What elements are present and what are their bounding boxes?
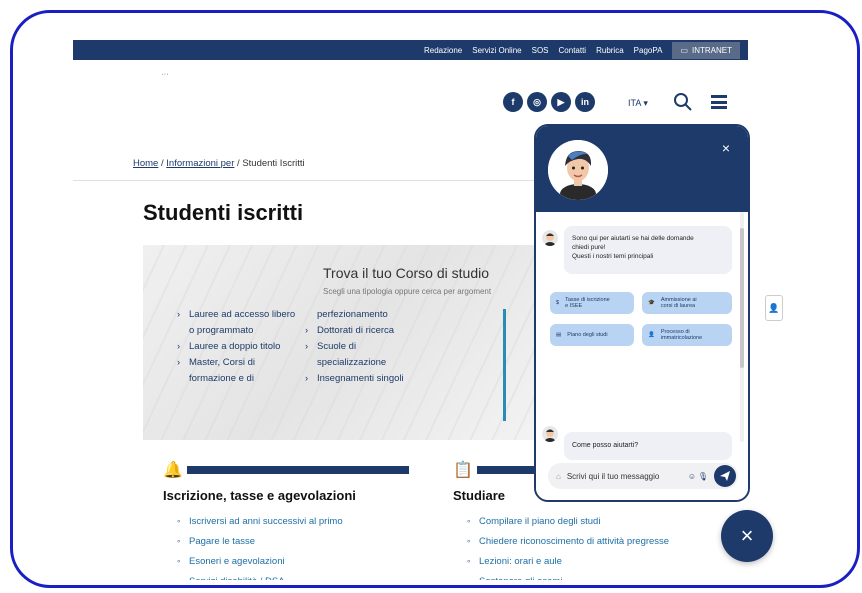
topic-chip-immatricolazione[interactable]: 👤 Processo di immatricolazione (642, 324, 732, 346)
chat-scrollbar[interactable] (740, 228, 744, 368)
section-studiare: 📋 Studiare Compilare il piano degli stud… (453, 460, 669, 580)
assistant-avatar (548, 140, 608, 200)
section-title: Iscrizione, tasse e agevolazioni (163, 488, 356, 503)
greeting-line: Sono qui per aiutarti se hai delle doman… (572, 235, 694, 242)
logo[interactable]: ·‧‧ (161, 70, 169, 79)
question-message: Come posso aiutarti? (564, 432, 732, 460)
chat-toggle-button[interactable]: × (721, 510, 773, 562)
device-frame: Redazione Servizi Online SOS Contatti Ru… (10, 10, 860, 588)
top-navigation-bar: Redazione Servizi Online SOS Contatti Ru… (73, 40, 748, 60)
topbar-link-redazione[interactable]: Redazione (424, 46, 462, 55)
assistant-mini-avatar (542, 230, 558, 246)
breadcrumb: Home / Informazioni per / Studenti Iscri… (133, 158, 305, 169)
social-links: f ◎ ▶ in (503, 92, 595, 112)
chip-label: Piano degli studi (567, 331, 608, 338)
section-link[interactable]: Compilare il piano degli studi (467, 512, 669, 532)
hero-divider (503, 309, 506, 421)
document-icon: ▤ (556, 331, 562, 338)
emoji-icon[interactable]: ☺ (688, 472, 696, 481)
send-button[interactable] (714, 465, 736, 487)
topbar-link-sos[interactable]: SOS (532, 46, 549, 55)
section-link[interactable]: Lezioni: orari e aule (467, 552, 669, 572)
topbar-link-contatti[interactable]: Contatti (559, 46, 587, 55)
section-bar (477, 466, 537, 474)
greeting-line: Questi i nostri temi principali (572, 253, 654, 260)
topbar-link-servizi-online[interactable]: Servizi Online (472, 46, 521, 55)
chip-label: Processo di immatricolazione (660, 328, 703, 342)
course-types-col2: perfezionamento Dottorati di ricerca Scu… (305, 307, 404, 387)
course-link-perfezionamento[interactable]: perfezionamento (305, 307, 404, 323)
language-selector[interactable]: ITA ▾ (628, 98, 648, 109)
course-link-insegnamenti[interactable]: Insegnamenti singoli (305, 371, 404, 387)
send-icon (720, 471, 730, 481)
clipboard-icon: 📋 (453, 462, 473, 479)
course-link-doppio-titolo[interactable]: Lauree a doppio titolo (177, 339, 295, 355)
chip-label: Ammissione ai corsi di laurea (660, 296, 697, 310)
page-title: Studenti iscritti (143, 200, 304, 225)
section-links: Iscriversi ad anni successivi al primo P… (177, 512, 343, 580)
breadcrumb-home[interactable]: Home (133, 158, 158, 169)
dollar-icon: $ (556, 299, 560, 306)
chat-input-placeholder[interactable]: Scrivi qui il tuo messaggio (567, 472, 659, 481)
intranet-button[interactable]: ▭ INTRANET (672, 41, 740, 59)
hamburger-menu-icon[interactable] (711, 95, 727, 109)
microphone-icon[interactable]: 🎙 (698, 472, 708, 481)
bell-icon: 🔔 (163, 462, 183, 479)
graduation-cap-icon: 🎓 (648, 299, 655, 306)
search-icon[interactable] (673, 92, 693, 112)
intranet-label: INTRANET (692, 45, 732, 55)
section-link[interactable]: Esoneri e agevolazioni (177, 552, 343, 572)
accessibility-tab[interactable]: 👤 (765, 295, 783, 321)
course-link-dottorati[interactable]: Dottorati di ricerca (305, 323, 404, 339)
breadcrumb-current: Studenti Iscritti (242, 158, 305, 169)
topic-chip-ammissione[interactable]: 🎓 Ammissione ai corsi di laurea (642, 292, 732, 314)
section-link[interactable]: Chiedere riconoscimento di attività preg… (467, 532, 669, 552)
section-link[interactable]: Pagare le tasse (177, 532, 343, 552)
topbar-link-pagopa[interactable]: PagoPA (634, 46, 663, 55)
greeting-line: chiedi pure! (572, 244, 606, 251)
chat-messages: Sono qui per aiutarti se hai delle doman… (536, 212, 748, 500)
facebook-icon[interactable]: f (503, 92, 523, 112)
breadcrumb-separator: / (160, 158, 164, 169)
assistant-mini-avatar (542, 426, 558, 442)
chat-widget: × Sono qui per aiutarti se hai delle dom… (534, 124, 750, 502)
section-title: Studiare (453, 488, 506, 503)
course-link-lauree-libero-cont[interactable]: o programmato (177, 323, 295, 339)
topic-chip-piano-studi[interactable]: ▤ Piano degli studi (550, 324, 634, 346)
section-link[interactable]: Iscriversi ad anni successivi al primo (177, 512, 343, 532)
course-link-lauree-libero[interactable]: Lauree ad accesso libero (177, 307, 295, 323)
instagram-icon[interactable]: ◎ (527, 92, 547, 112)
chip-label: Tasse di iscrizione e ISEE (565, 296, 610, 310)
breadcrumb-informazioni[interactable]: Informazioni per (166, 158, 234, 169)
home-icon: ⌂ (556, 471, 561, 481)
greeting-message: Sono qui per aiutarti se hai delle doman… (564, 226, 732, 274)
section-link[interactable]: Servizi disabilità / DSA (177, 572, 343, 580)
course-link-scuole[interactable]: Scuole di (305, 339, 404, 355)
hero-title: Trova il tuo Corso di studio (323, 265, 489, 281)
topic-chip-tasse[interactable]: $ Tasse di iscrizione e ISEE (550, 292, 634, 314)
chat-close-button[interactable]: × (722, 140, 730, 156)
course-link-scuole-cont[interactable]: specializzazione (305, 355, 404, 371)
linkedin-icon[interactable]: in (575, 92, 595, 112)
section-iscrizione: 🔔 Iscrizione, tasse e agevolazioni Iscri… (163, 460, 409, 580)
section-links: Compilare il piano degli studi Chiedere … (467, 512, 669, 580)
course-types-col1: Lauree ad accesso libero o programmato L… (177, 307, 295, 387)
breadcrumb-separator: / (237, 158, 240, 169)
course-link-master-cont[interactable]: formazione e di (177, 371, 295, 387)
chat-header: × (536, 126, 748, 212)
section-link[interactable]: Sostenere gli esami (467, 572, 669, 580)
user-icon: 👤 (648, 331, 655, 338)
laptop-icon: ▭ (680, 45, 688, 55)
course-finder-hero: Trova il tuo Corso di studio Scegli una … (143, 245, 543, 440)
youtube-icon[interactable]: ▶ (551, 92, 571, 112)
chat-input-bar[interactable]: ⌂ Scrivi qui il tuo messaggio ☺ 🎙 (548, 463, 738, 489)
course-link-master[interactable]: Master, Corsi di (177, 355, 295, 371)
section-bar (187, 466, 409, 474)
topbar-link-rubrica[interactable]: Rubrica (596, 46, 624, 55)
user-lock-icon: 👤 (768, 302, 780, 313)
hero-subtitle: Scegli una tipologia oppure cerca per ar… (323, 287, 492, 296)
